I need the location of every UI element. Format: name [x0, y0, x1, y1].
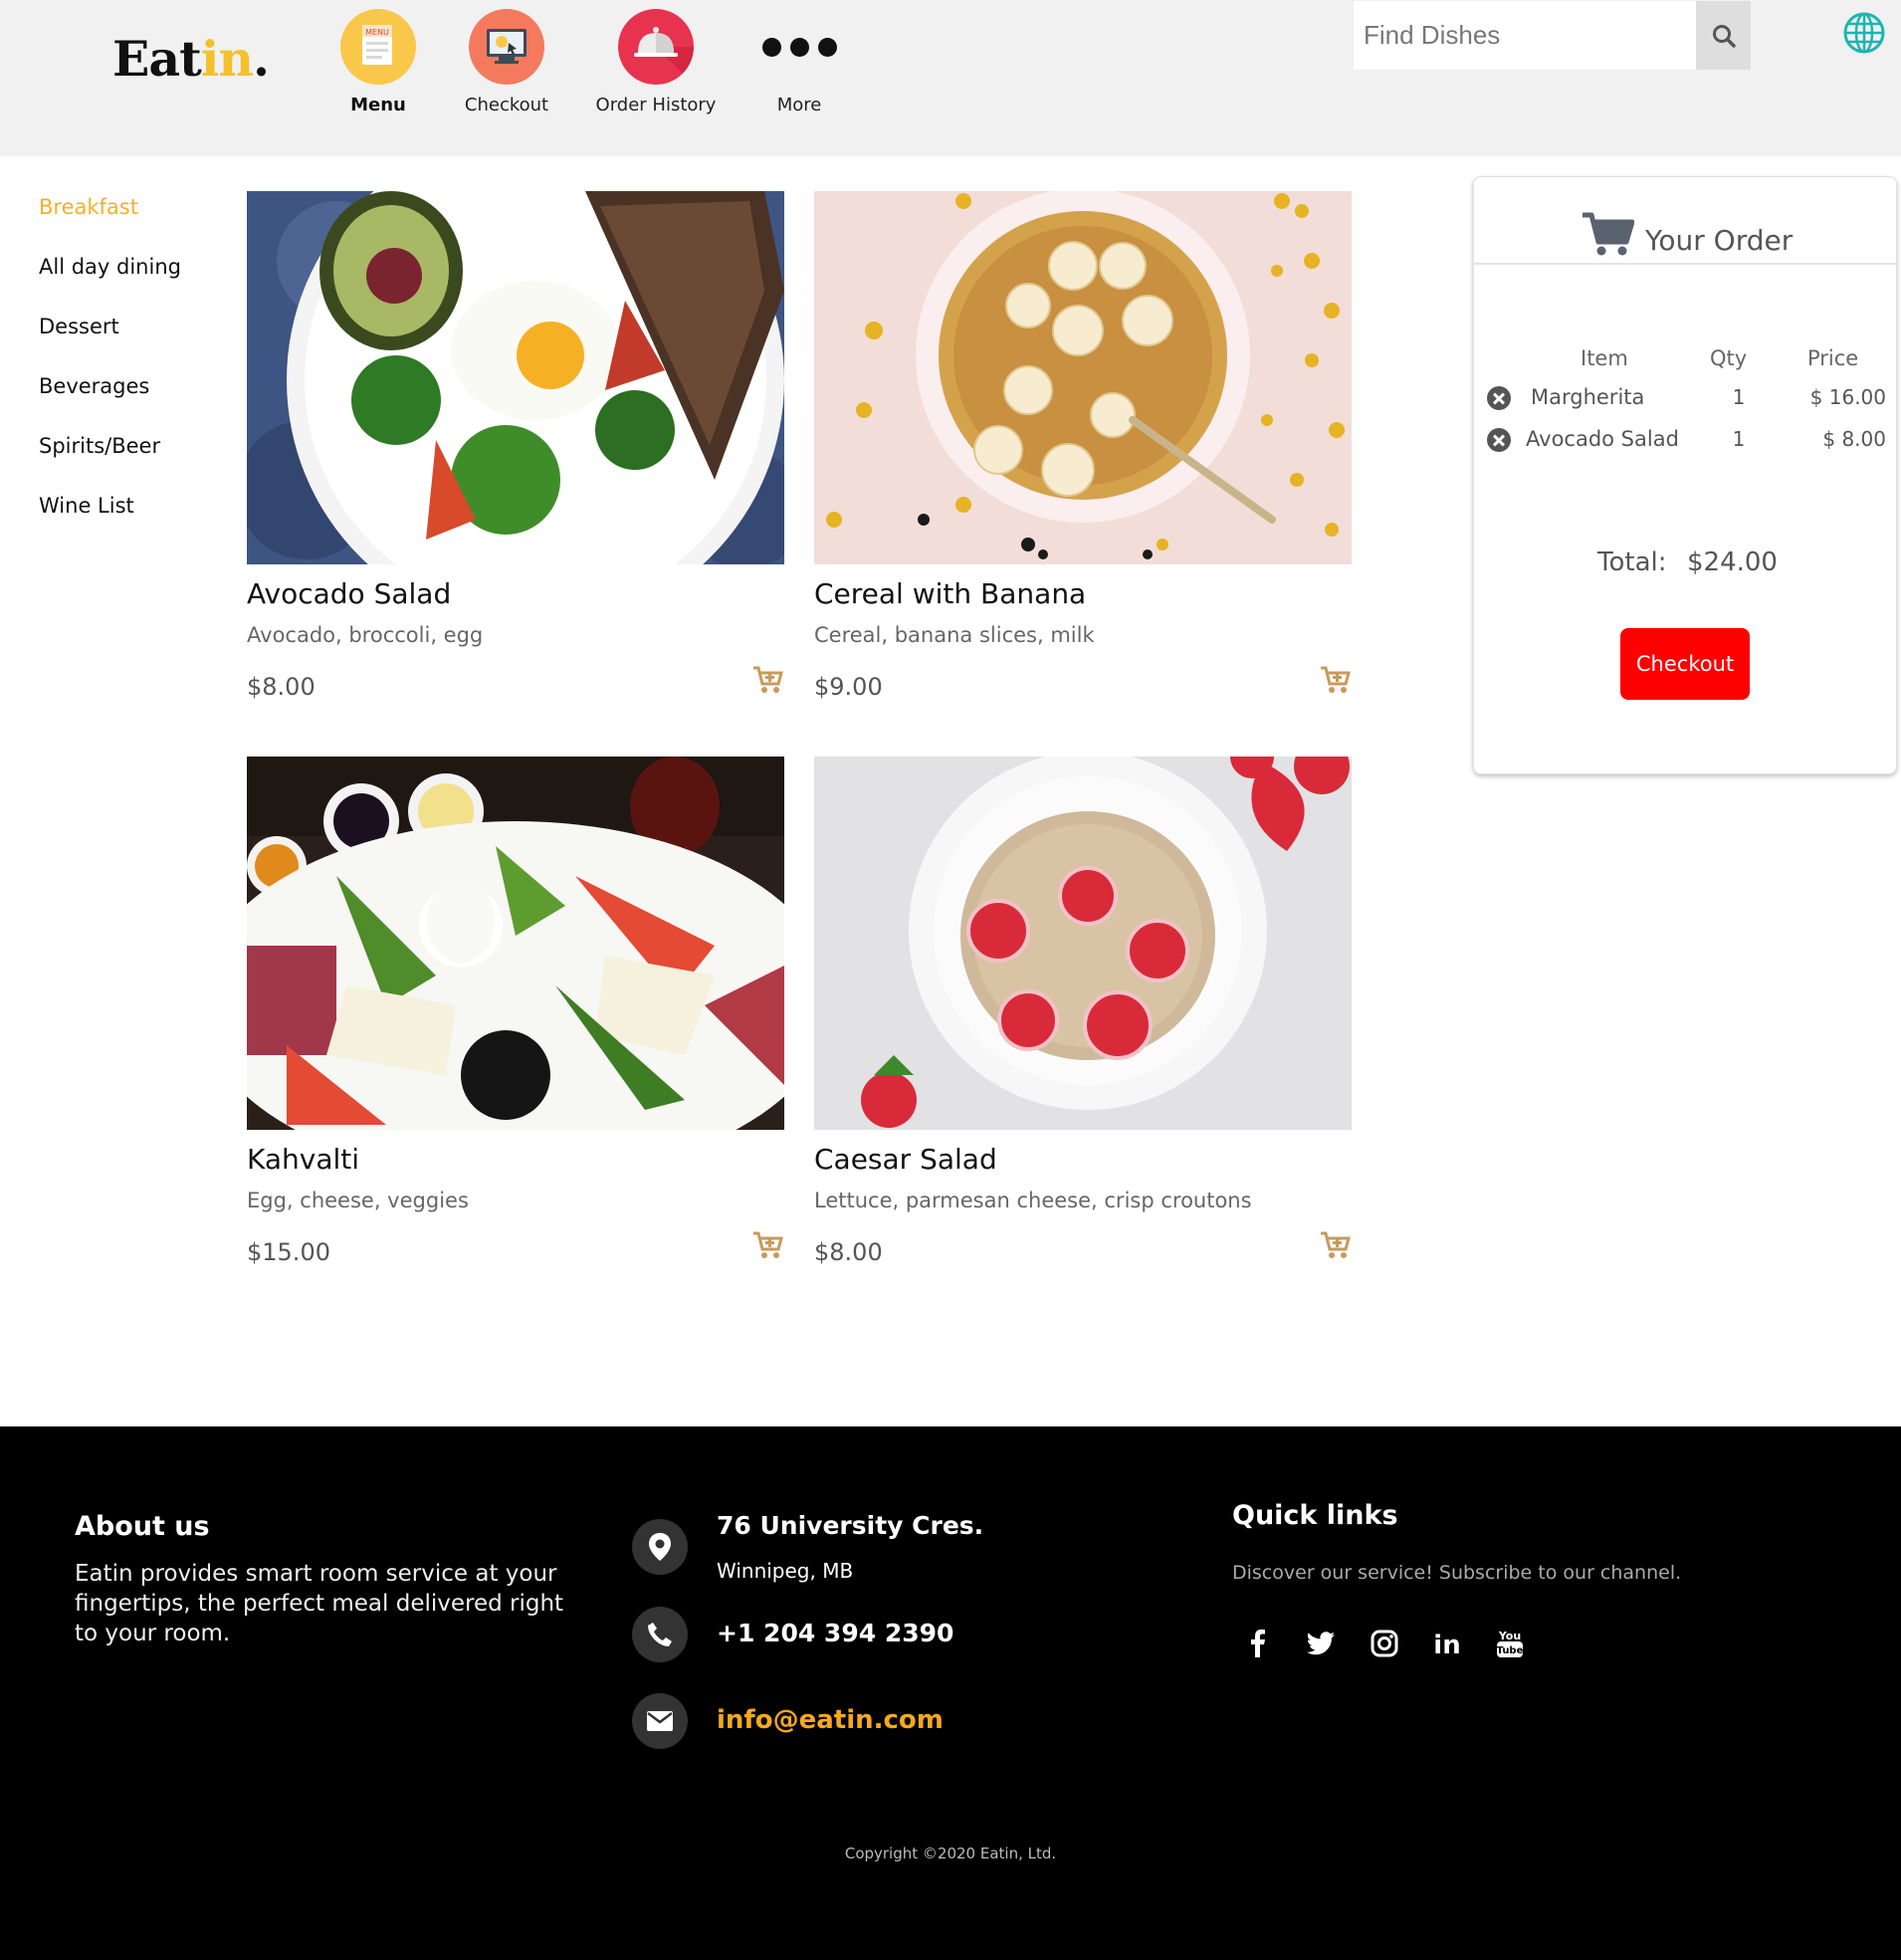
nav-more[interactable]: More — [725, 9, 874, 115]
sidebar-item-dessert[interactable]: Dessert — [39, 315, 181, 374]
logo-highlight: in — [200, 30, 254, 88]
total-value: $24.00 — [1687, 547, 1778, 577]
envelope-icon — [632, 1693, 688, 1749]
address-line-1: 76 University Cres. — [717, 1511, 984, 1540]
dish-description: Cereal, banana slices, milk — [814, 623, 1095, 647]
order-item-qty: 1 — [1732, 385, 1746, 409]
dish-price: $8.00 — [814, 1238, 883, 1266]
order-item-name: Avocado Salad — [1526, 427, 1679, 451]
phone-icon — [632, 1607, 688, 1662]
dish-name: Caesar Salad — [814, 1143, 997, 1176]
nav-order-history[interactable]: Order History — [581, 9, 731, 115]
order-summary-panel: Your Order Item Qty Price Margherita 1 $… — [1473, 176, 1898, 774]
dish-card[interactable]: Caesar Salad Lettuce, parmesan cheese, c… — [814, 757, 1352, 1266]
facebook-icon[interactable] — [1240, 1626, 1276, 1661]
nav-more-label: More — [776, 95, 822, 115]
add-to-cart-icon[interactable] — [1320, 665, 1352, 695]
about-heading: About us — [75, 1511, 210, 1542]
dish-description: Lettuce, parmesan cheese, crisp croutons — [814, 1189, 1252, 1212]
dish-name: Avocado Salad — [247, 577, 452, 610]
nav-checkout[interactable]: Checkout — [432, 9, 581, 115]
top-navigation-bar: Eatin. MENU Menu Checkout Order History … — [0, 0, 1901, 156]
svg-text:in: in — [1433, 1631, 1460, 1657]
dish-image-caesar-salad[interactable] — [814, 757, 1352, 1130]
add-to-cart-icon[interactable] — [1320, 1230, 1352, 1260]
dish-card[interactable]: Cereal with Banana Cereal, banana slices… — [814, 191, 1352, 701]
column-header-qty: Qty — [1710, 346, 1748, 370]
dish-card[interactable]: Kahvalti Egg, cheese, veggies $15.00 — [247, 757, 784, 1266]
order-header: Your Order — [1474, 177, 1898, 265]
nav-checkout-label: Checkout — [464, 95, 549, 115]
quick-links-heading: Quick links — [1232, 1500, 1398, 1531]
add-to-cart-icon[interactable] — [752, 665, 784, 695]
order-title: Your Order — [1645, 224, 1794, 257]
sidebar-item-wine-list[interactable]: Wine List — [39, 494, 181, 553]
svg-text:Tube: Tube — [1497, 1645, 1524, 1656]
total-label: Total: — [1597, 547, 1667, 577]
order-item-name: Margherita — [1531, 385, 1645, 409]
logo-dot: . — [252, 30, 270, 88]
menu-icon: MENU — [340, 9, 416, 85]
about-text: Eatin provides smart room service at you… — [75, 1561, 564, 1646]
dish-image-avocado-salad[interactable] — [247, 191, 784, 564]
phone-number[interactable]: +1 204 394 2390 — [717, 1619, 953, 1647]
globe-language-icon[interactable] — [1842, 11, 1886, 55]
dish-name: Cereal with Banana — [814, 577, 1087, 610]
more-dots-icon — [749, 9, 849, 85]
youtube-icon[interactable]: You Tube — [1492, 1626, 1528, 1661]
search-bar — [1354, 1, 1751, 70]
address-line-2: Winnipeg, MB — [717, 1559, 854, 1583]
quick-links-text: Discover our service! Subscribe to our c… — [1232, 1562, 1682, 1584]
dish-description: Egg, cheese, veggies — [247, 1189, 469, 1212]
remove-item-icon[interactable] — [1487, 428, 1511, 452]
linkedin-icon[interactable]: in — [1429, 1626, 1465, 1661]
shopping-cart-icon — [1583, 212, 1634, 256]
instagram-icon[interactable] — [1367, 1626, 1402, 1661]
nav-menu-label: Menu — [350, 95, 406, 115]
sidebar-item-beverages[interactable]: Beverages — [39, 374, 181, 434]
checkout-button[interactable]: Checkout — [1620, 628, 1750, 700]
cloche-icon — [618, 9, 694, 85]
order-item-price: $ 16.00 — [1809, 385, 1886, 409]
dish-price: $9.00 — [814, 673, 883, 701]
copyright-text: Copyright ©2020 Eatin, Ltd. — [844, 1845, 1057, 1862]
search-button[interactable] — [1696, 1, 1751, 70]
dish-description: Avocado, broccoli, egg — [247, 623, 484, 647]
sidebar-item-spirits-beer[interactable]: Spirits/Beer — [39, 434, 181, 494]
category-sidebar: Breakfast All day dining Dessert Beverag… — [39, 195, 181, 553]
dish-image-cereal-with-banana[interactable] — [814, 191, 1352, 564]
checkout-icon — [469, 9, 544, 85]
email-link[interactable]: info@eatin.com — [717, 1705, 944, 1735]
search-icon — [1712, 24, 1736, 48]
svg-text:You: You — [1498, 1630, 1521, 1642]
order-item-qty: 1 — [1732, 427, 1746, 451]
logo-text: Eat — [112, 30, 202, 88]
add-to-cart-icon[interactable] — [752, 1230, 784, 1260]
dish-card[interactable]: Avocado Salad Avocado, broccoli, egg $8.… — [247, 191, 784, 701]
nav-order-history-label: Order History — [595, 95, 717, 115]
order-row: Margherita 1 $ 16.00 — [1474, 383, 1898, 415]
dish-price: $8.00 — [247, 673, 316, 701]
dish-price: $15.00 — [247, 1238, 330, 1266]
search-input[interactable] — [1354, 1, 1696, 70]
order-row: Avocado Salad 1 $ 8.00 — [1474, 425, 1898, 457]
eatin-logo[interactable]: Eatin. — [112, 30, 270, 88]
sidebar-item-breakfast[interactable]: Breakfast — [39, 195, 181, 255]
remove-item-icon[interactable] — [1487, 386, 1511, 410]
sidebar-item-all-day-dining[interactable]: All day dining — [39, 255, 181, 315]
dish-name: Kahvalti — [247, 1143, 360, 1176]
order-item-price: $ 8.00 — [1822, 427, 1886, 451]
location-pin-icon — [632, 1519, 688, 1575]
twitter-icon[interactable] — [1303, 1626, 1339, 1661]
dish-image-kahvalti[interactable] — [247, 757, 784, 1130]
svg-text:MENU: MENU — [365, 28, 389, 37]
site-footer: About us Eatin provides smart room servi… — [0, 1426, 1901, 1960]
column-header-price: Price — [1807, 346, 1859, 370]
column-header-item: Item — [1581, 346, 1628, 370]
nav-menu[interactable]: MENU Menu — [304, 9, 453, 115]
